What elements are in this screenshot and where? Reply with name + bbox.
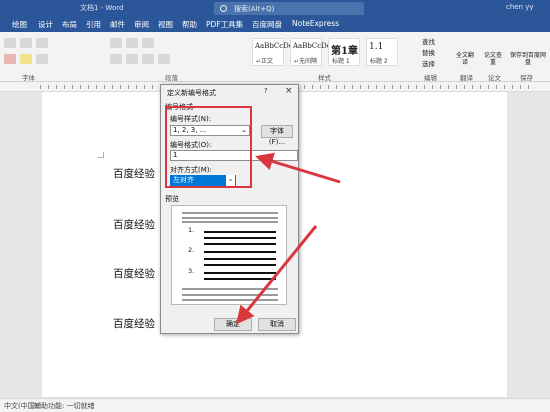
annotation-arrows <box>236 152 341 325</box>
arrow-to-format <box>255 152 341 184</box>
arrow-to-ok <box>236 225 318 325</box>
